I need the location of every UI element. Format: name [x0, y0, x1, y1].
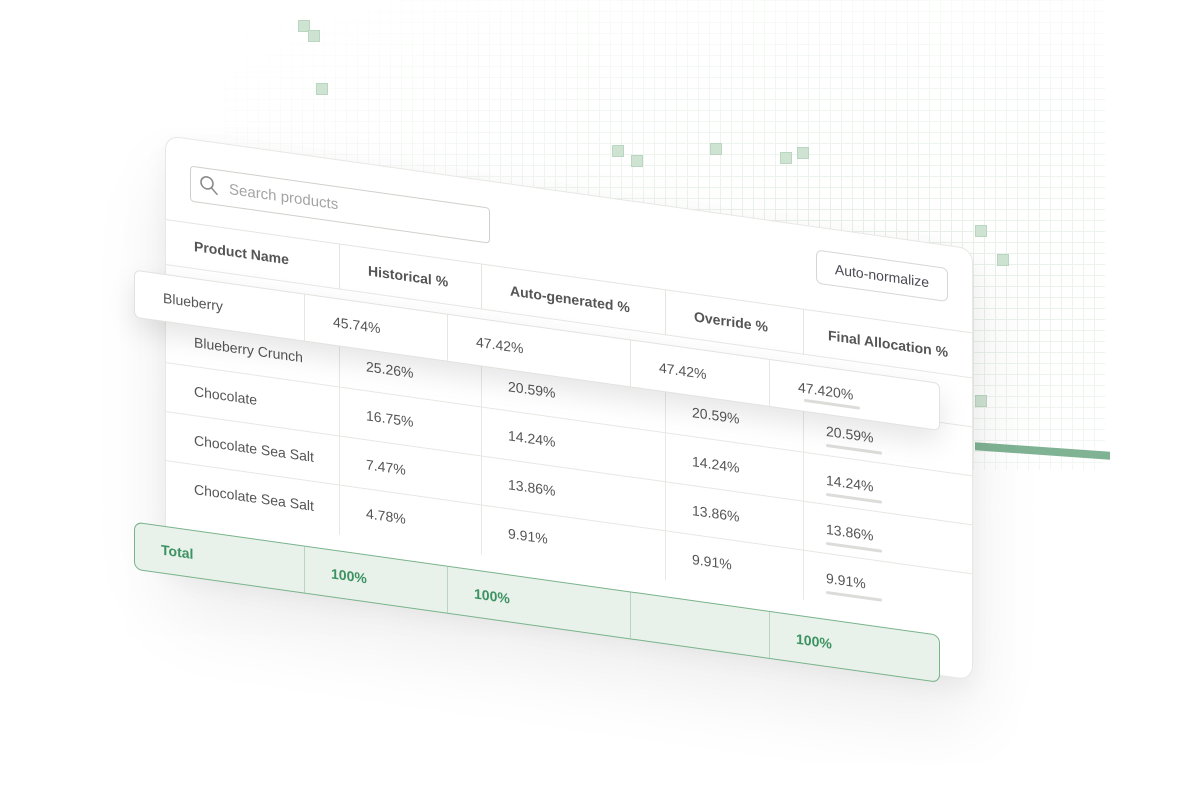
grid-accent-cell [797, 147, 809, 159]
grid-accent-cell [975, 225, 987, 237]
auto-normalize-button[interactable]: Auto-normalize [816, 249, 948, 303]
allocation-table-stage: Auto-normalize Product Name Historical %… [134, 135, 973, 788]
search-input[interactable] [229, 171, 479, 242]
grid-accent-cell [316, 83, 328, 95]
grid-accent-cell [780, 152, 792, 164]
final-allocation-bar [826, 541, 882, 553]
final-allocation-value: 20.59% [826, 422, 874, 446]
grid-accent-cell [308, 30, 320, 42]
final-allocation-bar [826, 590, 882, 602]
grid-accent-cell [631, 155, 643, 167]
final-allocation-bar [826, 492, 882, 504]
grid-accent-cell [975, 395, 987, 407]
grid-accent-cell [710, 143, 722, 155]
final-allocation-value: 13.86% [826, 520, 874, 544]
grid-accent-cell [997, 254, 1009, 266]
final-allocation-value: 9.91% [826, 569, 866, 592]
search-icon [200, 176, 218, 196]
final-allocation-value: 14.24% [826, 471, 874, 495]
final-allocation-bar [826, 443, 882, 455]
grid-accent-cell [612, 145, 624, 157]
